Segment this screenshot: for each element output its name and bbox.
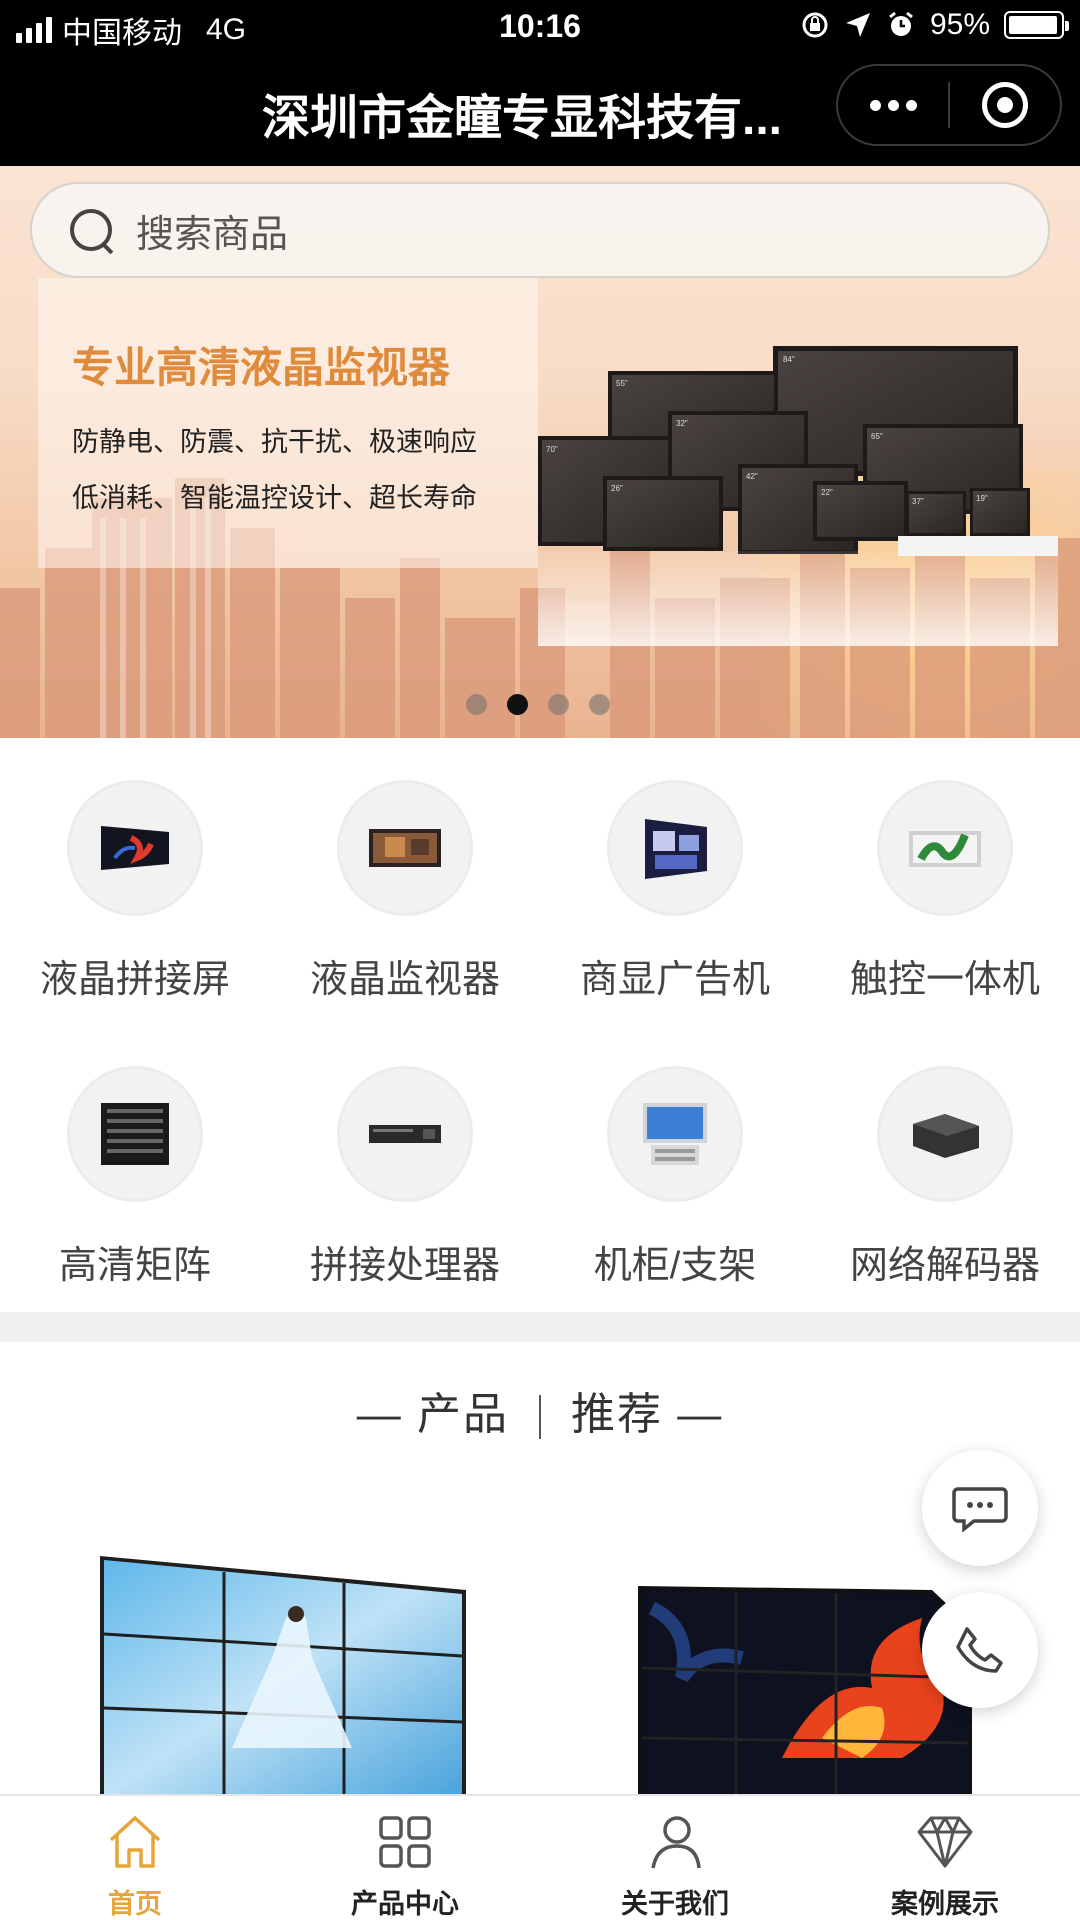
category-splicing-processor[interactable]: 拼接处理器: [270, 1044, 540, 1304]
title-separator: [539, 1395, 541, 1440]
category-label: 机柜/支架: [593, 1245, 757, 1287]
carousel-dot[interactable]: [548, 694, 569, 715]
category-grid: 液晶拼接屏 液晶监视器 商显广告机 触控一体机 高清矩阵 拼接处理器 机柜/支架…: [0, 758, 1080, 1306]
status-bar: 中国移动 4G 10:16 95%: [0, 0, 1080, 54]
home-icon: [109, 1816, 161, 1868]
tab-home[interactable]: 首页: [0, 1796, 270, 1920]
tab-label: 案例展示: [891, 1889, 999, 1919]
category-label: 网络解码器: [849, 1245, 1040, 1287]
mini-program-capsule: [836, 64, 1062, 146]
category-ad-display[interactable]: 商显广告机: [540, 758, 810, 1018]
video-wall-image-1: [100, 1556, 466, 1794]
search-placeholder: 搜索商品: [136, 213, 289, 256]
location-icon: [845, 13, 870, 37]
category-cabinet-bracket[interactable]: 机柜/支架: [540, 1044, 810, 1304]
chat-button[interactable]: [922, 1450, 1038, 1566]
category-lcd-monitor[interactable]: 液晶监视器: [270, 758, 540, 1018]
tab-label: 产品中心: [351, 1889, 459, 1919]
category-label: 触控一体机: [849, 959, 1040, 1001]
search-icon: [68, 207, 114, 253]
carousel-indicator[interactable]: [466, 694, 610, 715]
battery-icon: [1004, 11, 1069, 39]
carousel-dot[interactable]: [507, 694, 528, 715]
svg-text:22": 22": [821, 488, 833, 497]
svg-text:19": 19": [976, 494, 988, 503]
title-bar: 深圳市金瞳专显科技有...: [0, 54, 1080, 166]
section-divider: [0, 1312, 1080, 1342]
search-bar[interactable]: 搜索商品: [30, 182, 1050, 278]
hd-matrix-icon: [67, 1066, 203, 1202]
tab-label: 关于我们: [621, 1889, 729, 1919]
chat-bubble-icon: [952, 1487, 1008, 1533]
tab-label: 首页: [108, 1889, 162, 1919]
category-label: 商显广告机: [579, 959, 770, 1001]
more-button[interactable]: [838, 66, 948, 144]
category-label: 液晶拼接屏: [39, 959, 230, 1001]
category-hd-matrix[interactable]: 高清矩阵: [0, 1044, 270, 1304]
category-lcd-splicing-screen[interactable]: 液晶拼接屏: [0, 758, 270, 1018]
category-touch-all-in-one[interactable]: 触控一体机: [810, 758, 1080, 1018]
grid-icon: [379, 1816, 431, 1868]
tab-cases[interactable]: 案例展示: [810, 1796, 1080, 1920]
page-title: 深圳市金瞳专显科技有...: [262, 92, 783, 145]
user-icon: [651, 1816, 701, 1869]
call-button[interactable]: [922, 1592, 1038, 1708]
banner-feature-line-2: 低消耗、智能温控设计、超长寿命: [72, 483, 477, 513]
touch-all-in-one-icon: [877, 780, 1013, 916]
tab-about[interactable]: 关于我们: [540, 1796, 810, 1920]
lcd-monitor-icon: [337, 780, 473, 916]
svg-text:37": 37": [912, 497, 924, 506]
category-label: 拼接处理器: [309, 1245, 500, 1287]
phone-icon: [956, 1627, 1003, 1673]
category-network-decoder[interactable]: 网络解码器: [810, 1044, 1080, 1304]
cabinet-bracket-icon: [607, 1066, 743, 1202]
section-title-right: 推荐 —: [571, 1390, 724, 1439]
close-button[interactable]: [950, 66, 1060, 144]
svg-text:42": 42": [746, 472, 758, 481]
svg-text:84": 84": [783, 355, 795, 364]
monitors-image: 84" 55" 65" 70" 32" 42" 26" 22" 37" 19": [538, 346, 1058, 646]
carousel-dot[interactable]: [466, 694, 487, 715]
tab-products[interactable]: 产品中心: [270, 1796, 540, 1920]
lock-rotation-icon: [802, 12, 828, 38]
more-dots-icon: [869, 99, 917, 111]
banner-feature-line-1: 防静电、防震、抗干扰、极速响应: [72, 427, 477, 457]
carousel-dot[interactable]: [589, 694, 610, 715]
svg-text:26": 26": [611, 484, 623, 493]
bottom-tab-bar: 首页 产品中心 关于我们 案例展示: [0, 1794, 1080, 1920]
category-label: 高清矩阵: [58, 1245, 211, 1287]
svg-text:32": 32": [676, 419, 688, 428]
category-label: 液晶监视器: [309, 959, 500, 1001]
banner-headline: 专业高清液晶监视器: [72, 344, 451, 391]
svg-text:70": 70": [546, 445, 558, 454]
diamond-icon: [917, 1816, 973, 1868]
section-title-left: — 产品: [356, 1390, 509, 1439]
svg-text:65": 65": [871, 432, 883, 441]
network-decoder-icon: [877, 1066, 1013, 1202]
product-card-1[interactable]: [96, 1538, 476, 1794]
svg-text:55": 55": [616, 379, 628, 388]
lcd-splicing-screen-icon: [67, 780, 203, 916]
recommend-section-title: — 产品 推荐 —: [0, 1378, 1080, 1442]
alarm-icon: [889, 11, 913, 36]
target-icon: [982, 82, 1028, 128]
ad-display-icon: [607, 780, 743, 916]
splicing-processor-icon: [337, 1066, 473, 1202]
battery-percent: 95%: [929, 8, 990, 41]
